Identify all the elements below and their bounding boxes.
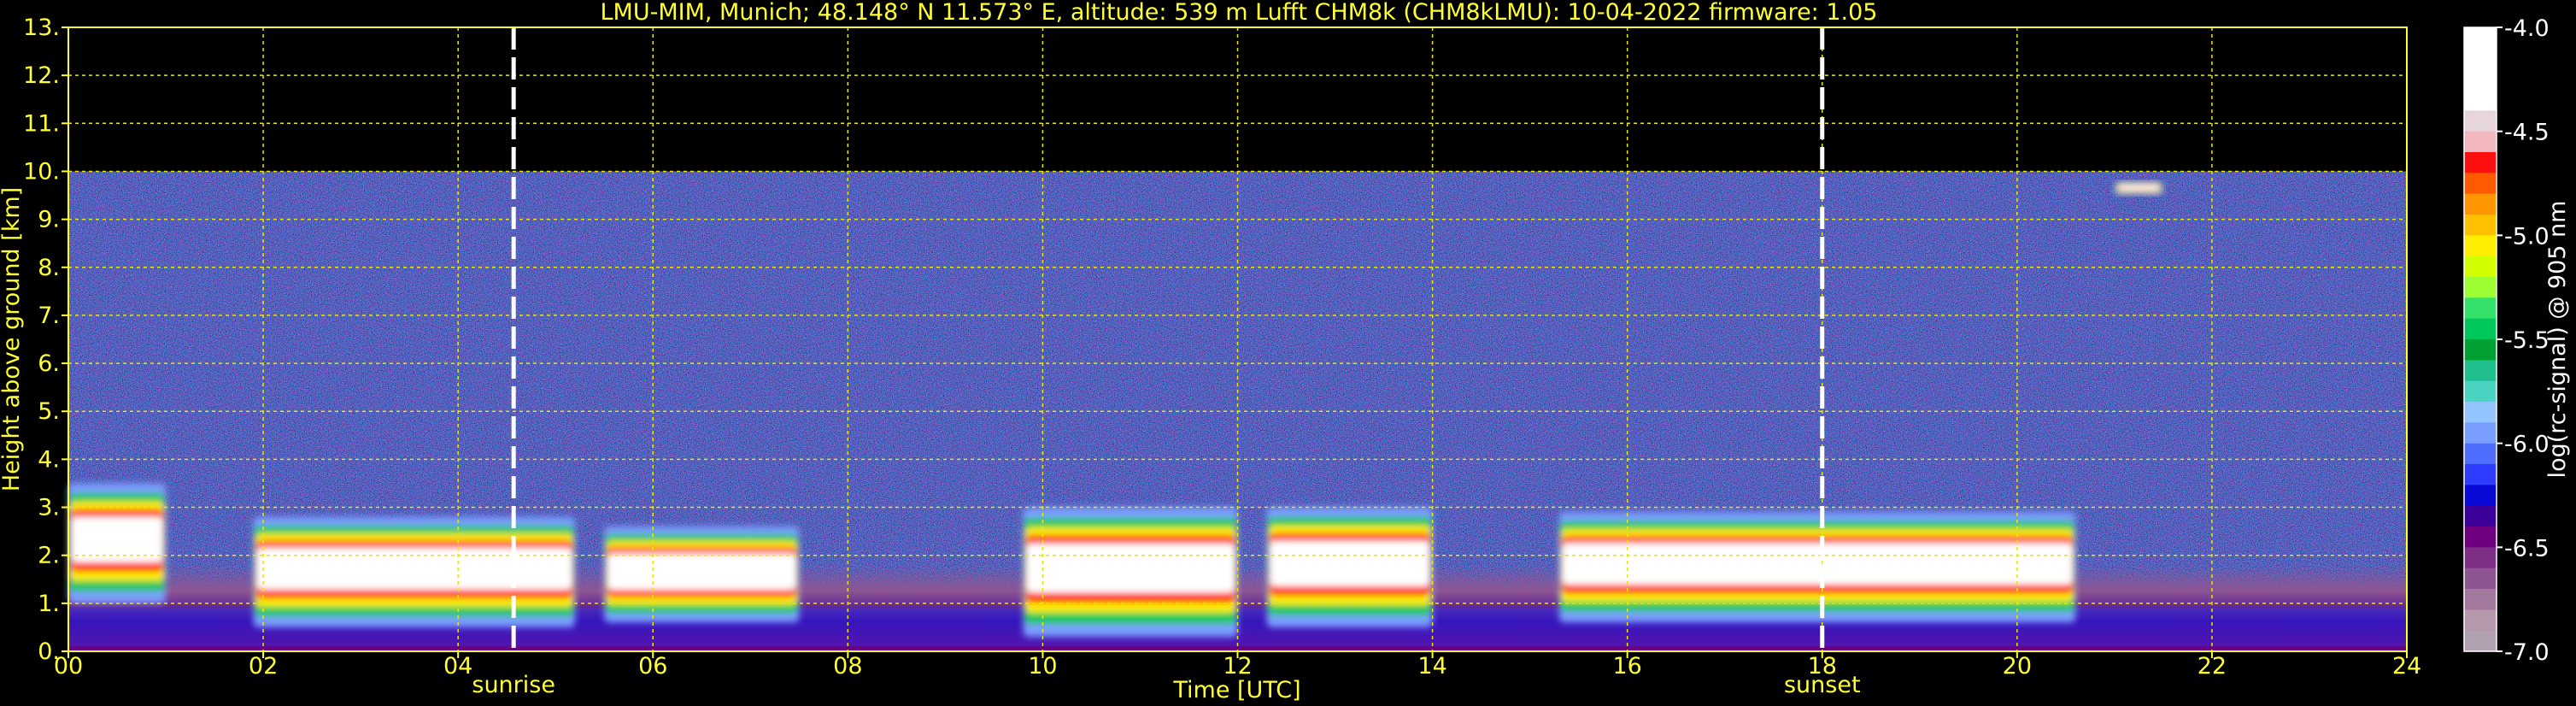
y-tick-label: 2. xyxy=(38,543,60,569)
colorbar-segment xyxy=(2464,193,2497,215)
colorbar-segment xyxy=(2464,90,2497,111)
cloud-layer xyxy=(1023,507,1238,638)
colorbar-segment xyxy=(2464,422,2497,444)
cloud-layer xyxy=(604,527,800,623)
y-tick-label: 13. xyxy=(23,15,60,41)
colorbar-segment xyxy=(2464,110,2497,132)
x-tick-label: 02 xyxy=(249,653,278,680)
colorbar-segment xyxy=(2464,215,2497,236)
colorbar-segment xyxy=(2464,131,2497,153)
x-tick-label: 04 xyxy=(443,653,472,680)
x-axis-label: Time [UTC] xyxy=(1172,677,1300,703)
colorbar-segment xyxy=(2464,505,2497,527)
colorbar-tick-label: -4.5 xyxy=(2504,120,2550,146)
colorbar-tick-label: -7.0 xyxy=(2504,639,2550,666)
y-tick-label: 12. xyxy=(23,62,60,89)
cloud-layer xyxy=(1266,507,1433,627)
colorbar-segment xyxy=(2464,277,2497,298)
colorbar-segment xyxy=(2464,589,2497,610)
y-tick-label: 9. xyxy=(38,207,60,233)
y-tick-label: 10. xyxy=(23,158,60,185)
colorbar-segment xyxy=(2464,547,2497,569)
x-tick-labels: 00 02 04 06 08 10 12 14 16 18 20 22 24 xyxy=(54,651,2421,680)
x-tick-label: 08 xyxy=(833,653,862,680)
x-tick-label: 06 xyxy=(638,653,667,680)
colorbar-segment xyxy=(2464,152,2497,174)
colorbar-segment xyxy=(2464,630,2497,652)
x-tick-label: 12 xyxy=(1223,653,1252,680)
ceilometer-chart: sunrise sunset 00 02 04 06 08 10 12 14 16 18 20 22 24… xyxy=(0,0,2571,703)
colorbar-segment xyxy=(2464,443,2497,465)
y-tick-label: 4. xyxy=(38,446,60,473)
colorbar-tick-label: -5.5 xyxy=(2504,327,2550,354)
y-tick-label: 3. xyxy=(38,495,60,521)
colorbar-tick-label: -6.5 xyxy=(2504,535,2550,562)
colorbar-tick-labels: -4.0 -4.5 -5.0 -5.5 -6.0 -6.5 -7.0 xyxy=(2497,15,2550,666)
y-tick-label: 6. xyxy=(38,350,60,377)
colorbar-segment xyxy=(2464,360,2497,382)
colorbar-segment xyxy=(2464,464,2497,485)
colorbar-label: log(rc-signal) @ 905 nm xyxy=(2544,201,2571,479)
chart-title: LMU-MIM, Munich; 48.148° N 11.573° E, al… xyxy=(601,0,1878,26)
y-tick-labels: 0. 1. 2. 3. 4. 5. 6. 7. 8. 9. 10. 11. 12. 13. xyxy=(23,15,68,665)
y-tick-label: 8. xyxy=(38,255,60,281)
x-tick-label: 16 xyxy=(1612,653,1641,680)
colorbar-segment xyxy=(2464,380,2497,403)
colorbar xyxy=(2463,26,2497,652)
y-tick-label: 11. xyxy=(23,110,60,137)
colorbar-segment xyxy=(2464,485,2497,507)
x-tick-label: 24 xyxy=(2392,653,2421,680)
colorbar-segment xyxy=(2464,339,2497,361)
cloud-layer xyxy=(2114,180,2163,196)
colorbar-segment xyxy=(2464,27,2497,49)
colorbar-segment xyxy=(2464,568,2497,590)
y-tick-label: 0. xyxy=(38,638,60,665)
colorbar-segment xyxy=(2464,256,2497,278)
colorbar-tick-label: -4.0 xyxy=(2504,15,2550,42)
cloud-layer xyxy=(253,516,576,627)
colorbar-segment xyxy=(2464,297,2497,320)
x-tick-label: 14 xyxy=(1417,653,1446,680)
colorbar-segment xyxy=(2464,68,2497,91)
y-tick-label: 7. xyxy=(38,303,60,329)
y-axis-label: Height above ground [km] xyxy=(0,187,25,491)
sunrise-label: sunrise xyxy=(472,672,555,698)
colorbar-segment xyxy=(2464,48,2497,70)
y-tick-label: 1. xyxy=(38,591,60,617)
cloud-layer xyxy=(68,483,167,603)
x-tick-label: 22 xyxy=(2198,653,2227,680)
cloud-layer xyxy=(1558,512,2076,623)
colorbar-segment xyxy=(2464,527,2497,548)
colorbar-segment xyxy=(2464,173,2497,195)
colorbar-tick-label: -5.0 xyxy=(2504,223,2550,250)
colorbar-tick-label: -6.0 xyxy=(2504,432,2550,458)
colorbar-segment xyxy=(2464,235,2497,257)
y-tick-label: 5. xyxy=(38,398,60,425)
colorbar-segment xyxy=(2464,609,2497,632)
x-tick-label: 20 xyxy=(2003,653,2032,680)
x-tick-label: 18 xyxy=(1808,653,1837,680)
x-tick-label: 10 xyxy=(1028,653,1057,680)
colorbar-segment xyxy=(2464,318,2497,340)
colorbar-segment xyxy=(2464,402,2497,423)
